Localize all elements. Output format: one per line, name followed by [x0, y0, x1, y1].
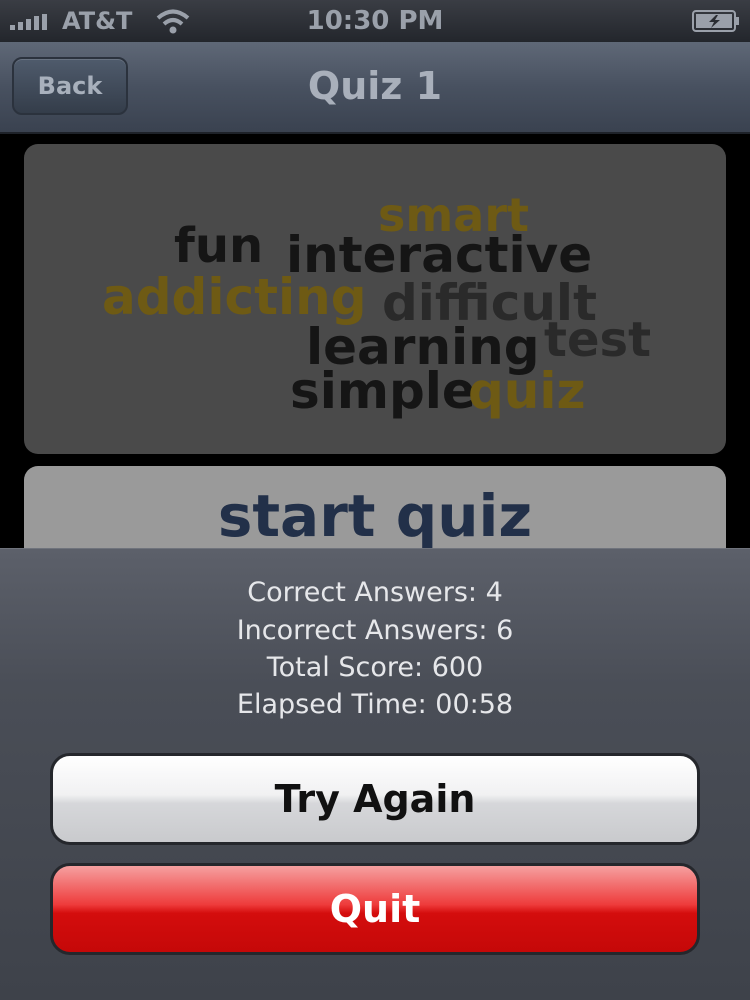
- elapsed-time-text: Elapsed Time: 00:58: [236, 689, 514, 720]
- status-time: 10:30 PM: [306, 6, 444, 36]
- correct-answers-text: Correct Answers: 4: [247, 577, 503, 608]
- incorrect-answers-text: Incorrect Answers: 6: [236, 615, 514, 646]
- word-simple: simple: [290, 362, 476, 420]
- word-cloud-image: smart fun interactive addicting difficul…: [24, 144, 726, 454]
- status-bar: AT&T 10:30 PM: [0, 0, 750, 42]
- word-quiz: quiz: [468, 362, 586, 420]
- navigation-bar: Back Quiz 1: [0, 42, 750, 134]
- page-title: Quiz 1: [307, 64, 443, 108]
- try-again-button[interactable]: Try Again: [50, 753, 700, 845]
- quiz-results-sheet: Correct Answers: 4 Incorrect Answers: 6 …: [0, 548, 750, 1000]
- word-addicting: addicting: [102, 268, 367, 326]
- quiz-screen: AT&T 10:30 PM Back Quiz 1 smart fun inte…: [0, 0, 750, 1000]
- total-score-text: Total Score: 600: [266, 652, 484, 683]
- battery-charging-icon: [692, 10, 739, 32]
- word-fun: fun: [174, 218, 264, 274]
- quit-button[interactable]: Quit: [50, 863, 700, 955]
- word-test: test: [544, 312, 652, 368]
